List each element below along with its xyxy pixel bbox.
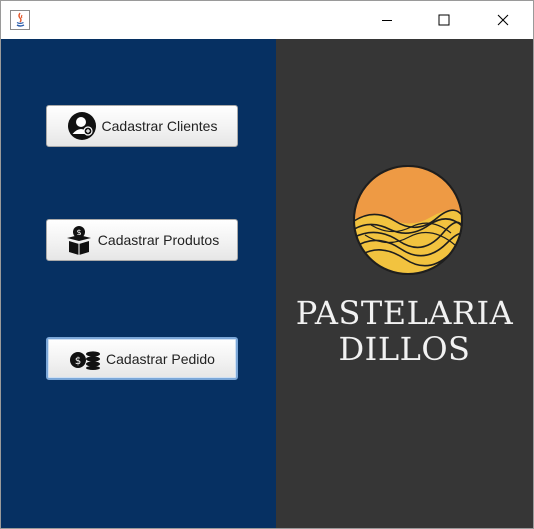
minimize-icon: [382, 20, 392, 21]
money-box-icon: $: [65, 225, 93, 255]
register-products-button[interactable]: $ Cadastrar Produtos: [46, 219, 238, 261]
brand-name-line2: DILLOS: [338, 330, 471, 368]
svg-text:$: $: [75, 356, 81, 367]
close-button[interactable]: [480, 1, 526, 39]
register-clients-label: Cadastrar Clientes: [101, 118, 218, 134]
pastelaria-logo-icon: [353, 165, 463, 275]
add-user-icon: [67, 111, 97, 141]
main-window: Cadastrar Clientes $ Cadastrar Produtos …: [0, 0, 534, 529]
register-order-button[interactable]: $ Cadastrar Pedido: [46, 337, 238, 380]
java-app-icon: [10, 10, 30, 30]
register-products-label: Cadastrar Produtos: [97, 232, 220, 248]
register-clients-button[interactable]: Cadastrar Clientes: [46, 105, 238, 147]
coins-icon: $: [69, 348, 101, 370]
title-bar[interactable]: [1, 1, 533, 39]
register-order-label: Cadastrar Pedido: [106, 350, 215, 367]
brand-panel: [276, 39, 533, 528]
minimize-button[interactable]: [364, 1, 410, 39]
maximize-button[interactable]: [421, 1, 467, 39]
brand-name-line1: PASTELARIA: [295, 294, 514, 332]
maximize-icon: [438, 14, 450, 26]
close-icon: [497, 14, 509, 26]
